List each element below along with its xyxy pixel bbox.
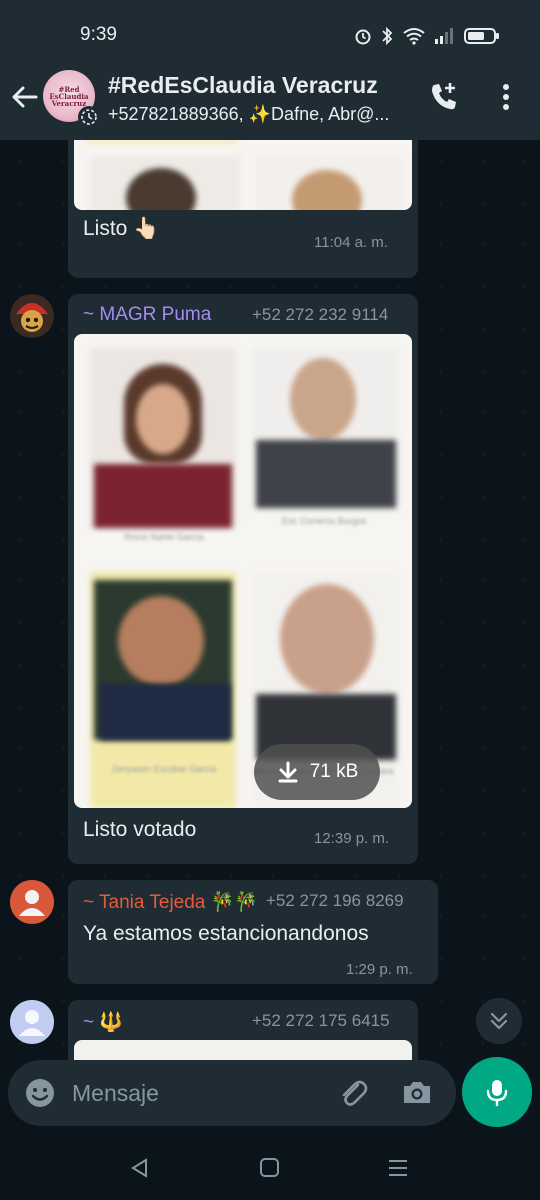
download-icon xyxy=(278,761,298,783)
double-chevron-down-icon xyxy=(490,1012,508,1030)
alarm-icon xyxy=(355,29,371,45)
message-time: 11:04 a. m. xyxy=(314,234,388,251)
battery-icon xyxy=(464,28,499,44)
group-name[interactable]: #RedEsClaudia Veracruz xyxy=(108,72,378,99)
back-button[interactable] xyxy=(10,82,40,112)
default-avatar-icon xyxy=(10,880,54,924)
attach-icon xyxy=(342,1080,368,1106)
message-bubble[interactable]: ~ Tania Tejeda 🎋🎋 +52 272 196 8269 Ya es… xyxy=(68,880,438,984)
attach-button[interactable] xyxy=(336,1076,370,1110)
sender-avatar[interactable] xyxy=(10,294,54,338)
image-caption: Eric Cisneros Burgos xyxy=(281,516,367,526)
add-call-button[interactable] xyxy=(428,80,462,114)
more-options-button[interactable] xyxy=(496,80,516,114)
download-size: 71 kB xyxy=(309,761,359,782)
status-bar: 9:39 xyxy=(0,0,540,64)
message-image[interactable] xyxy=(74,1040,412,1060)
message-time: 1:29 p. m. xyxy=(346,961,413,978)
message-text: Listo 👆🏻 xyxy=(83,217,160,240)
chat-header: #Red EsClaudia Veracruz #RedEsClaudia Vera… xyxy=(0,64,540,140)
recents-menu-icon xyxy=(389,1160,407,1176)
sender-name[interactable]: ~ 🔱 xyxy=(83,1010,123,1034)
image-thumbnail xyxy=(86,140,236,144)
message-image[interactable] xyxy=(74,140,412,210)
image-thumbnail xyxy=(100,684,230,740)
sender-phone: +52 272 196 8269 xyxy=(266,891,404,910)
image-caption: Rocío Nahle García xyxy=(124,532,204,542)
camera-icon xyxy=(404,1082,430,1103)
scroll-to-bottom-button[interactable] xyxy=(476,998,522,1044)
nav-back-button[interactable] xyxy=(128,1156,152,1180)
emoji-button[interactable] xyxy=(24,1077,56,1109)
message-composer xyxy=(8,1060,456,1126)
sender-name[interactable]: ~ Tania Tejeda 🎋🎋 xyxy=(83,890,258,914)
message-bubble[interactable]: ~ 🔱 +52 272 175 6415 xyxy=(68,1000,418,1060)
nav-home-button[interactable] xyxy=(258,1156,282,1180)
message-text: Ya estamos estancionandonos xyxy=(83,922,369,945)
image-thumbnail xyxy=(118,596,204,686)
back-arrow-icon xyxy=(12,86,38,108)
camera-button[interactable] xyxy=(400,1076,434,1110)
sender-avatar[interactable] xyxy=(10,1000,54,1044)
image-thumbnail xyxy=(280,584,374,694)
wifi-icon xyxy=(403,28,425,45)
bluetooth-icon xyxy=(382,26,393,46)
sender-phone: +52 272 175 6415 xyxy=(252,1011,390,1030)
chat-area[interactable]: Listo 👆🏻 11:04 a. m. ~ MAGR Puma +52 272… xyxy=(0,140,540,1060)
system-navigation-bar xyxy=(0,1136,540,1200)
group-members[interactable]: +527821889366, ✨Dafne, Abr@... xyxy=(108,104,408,125)
square-home-icon xyxy=(260,1158,279,1177)
image-thumbnail xyxy=(256,440,396,508)
add-call-icon xyxy=(432,83,456,110)
avatar-logo: #Red EsClaudia Veracruz xyxy=(49,85,89,108)
sender-phone: +52 272 232 9114 xyxy=(252,305,389,324)
avatar-image xyxy=(10,294,54,338)
sender-name[interactable]: ~ MAGR Puma xyxy=(83,304,211,326)
download-button[interactable]: 71 kB xyxy=(254,744,380,800)
default-avatar-icon xyxy=(10,1000,54,1044)
message-bubble[interactable]: ~ MAGR Puma +52 272 232 9114 Rocío Nahle… xyxy=(68,294,418,864)
message-bubble[interactable]: Listo 👆🏻 11:04 a. m. xyxy=(68,140,418,278)
community-badge xyxy=(78,106,100,128)
voice-message-button[interactable] xyxy=(462,1057,532,1127)
nav-recents-button[interactable] xyxy=(386,1156,410,1180)
mic-icon xyxy=(486,1080,508,1107)
signal-icon xyxy=(435,28,453,44)
more-vert-icon xyxy=(503,84,509,110)
message-image[interactable]: Rocío Nahle García Eric Cisneros Burgos … xyxy=(74,334,412,808)
image-thumbnail xyxy=(136,384,190,454)
community-icon xyxy=(81,109,97,125)
sender-avatar[interactable] xyxy=(10,880,54,924)
message-time: 12:39 p. m. xyxy=(314,830,390,847)
status-icons xyxy=(354,26,500,46)
image-caption: Zenyazen Escobar García xyxy=(111,764,217,774)
status-time: 9:39 xyxy=(80,24,117,45)
message-input[interactable] xyxy=(72,1070,322,1116)
triangle-back-icon xyxy=(131,1158,147,1178)
message-text: Listo votado xyxy=(83,818,197,841)
emoji-icon xyxy=(26,1079,54,1107)
image-thumbnail xyxy=(94,464,232,528)
image-thumbnail xyxy=(290,358,356,440)
